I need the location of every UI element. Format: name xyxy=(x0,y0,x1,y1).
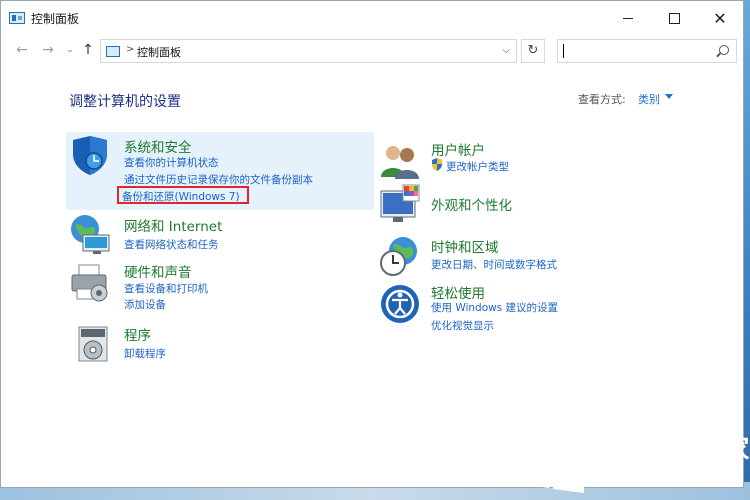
link-optimize-visual-display[interactable]: 优化视觉显示 xyxy=(431,318,494,333)
users-icon xyxy=(381,146,419,179)
navigation-bar: ← → ⌄ ↑ > 控制面板 ⌵ ↻ xyxy=(1,35,743,65)
category-title-ease-of-access[interactable]: 轻松使用 xyxy=(431,282,485,302)
control-panel-window: 控制面板 ✕ ← → ⌄ ↑ > 控制面板 ⌵ ↻ 调整计算机的设置 查看方式:… xyxy=(0,0,744,488)
watermark-brand: Win10 之家 xyxy=(596,435,750,465)
search-icon[interactable] xyxy=(719,45,729,55)
link-uninstall-program[interactable]: 卸载程序 xyxy=(124,346,166,361)
maximize-icon xyxy=(668,12,680,24)
link-change-account-type[interactable]: 更改帐户类型 xyxy=(446,159,509,174)
category-title-user-accounts[interactable]: 用户帐户 xyxy=(431,139,485,159)
window-title: 控制面板 xyxy=(31,12,80,26)
link-network-status[interactable]: 查看网络状态和任务 xyxy=(124,237,219,252)
uac-shield-icon xyxy=(432,158,442,171)
dropdown-caret-icon[interactable] xyxy=(665,94,673,99)
breadcrumb-control-panel[interactable]: 控制面板 xyxy=(137,44,181,60)
programs-icon xyxy=(78,326,108,362)
watermark-url: www.win10xitong.com xyxy=(598,469,734,483)
search-input[interactable] xyxy=(557,39,737,63)
category-title-system-security[interactable]: 系统和安全 xyxy=(124,136,192,156)
view-by-dropdown[interactable]: 类别 xyxy=(638,91,660,107)
annotation-highlight-box xyxy=(117,186,249,204)
refresh-icon: ↻ xyxy=(527,43,539,58)
address-bar[interactable]: > 控制面板 ⌵ xyxy=(100,39,517,63)
view-by-label: 查看方式: xyxy=(578,93,626,106)
category-title-hardware[interactable]: 硬件和声音 xyxy=(124,261,192,281)
chevron-down-icon[interactable]: ⌵ xyxy=(502,45,510,56)
category-title-appearance[interactable]: 外观和个性化 xyxy=(431,194,512,214)
category-title-clock-region[interactable]: 时钟和区域 xyxy=(431,236,499,256)
text-caret xyxy=(563,44,564,58)
category-title-programs[interactable]: 程序 xyxy=(124,324,151,344)
link-add-device[interactable]: 添加设备 xyxy=(124,297,166,312)
back-arrow-icon[interactable]: ← xyxy=(13,41,31,59)
breadcrumb-separator[interactable]: > xyxy=(126,44,134,55)
clock-globe-icon xyxy=(380,237,417,276)
maximize-button[interactable] xyxy=(651,1,697,35)
close-button[interactable]: ✕ xyxy=(697,1,743,35)
close-icon: ✕ xyxy=(713,8,727,28)
link-file-history[interactable]: 通过文件历史记录保存你的文件备份副本 xyxy=(124,172,313,187)
forward-arrow-icon[interactable]: → xyxy=(39,41,57,59)
minimize-icon xyxy=(623,17,633,19)
link-change-date-time[interactable]: 更改日期、时间或数字格式 xyxy=(431,257,557,272)
title-bar[interactable]: 控制面板 ✕ xyxy=(1,1,743,35)
page-title: 调整计算机的设置 xyxy=(69,94,181,110)
recent-locations-chevron-icon[interactable]: ⌄ xyxy=(61,41,79,59)
site-watermark: Win10 之家 www.win10xitong.com xyxy=(514,425,750,500)
category-title-network[interactable]: 网络和 Internet xyxy=(124,215,222,235)
minimize-button[interactable] xyxy=(605,1,651,35)
printer-icon xyxy=(71,264,108,302)
refresh-button[interactable]: ↻ xyxy=(521,39,545,63)
security-shield-icon xyxy=(73,136,107,175)
ease-of-access-icon xyxy=(381,285,419,323)
windows-logo-icon xyxy=(522,427,584,493)
control-panel-icon xyxy=(106,46,120,57)
up-arrow-icon[interactable]: ↑ xyxy=(79,41,97,59)
appearance-monitor-icon xyxy=(380,184,420,222)
control-panel-icon xyxy=(9,12,25,24)
link-devices-printers[interactable]: 查看设备和打印机 xyxy=(124,281,208,296)
link-view-computer-status[interactable]: 查看你的计算机状态 xyxy=(124,155,219,170)
link-use-recommended-settings[interactable]: 使用 Windows 建议的设置 xyxy=(431,300,558,315)
network-globe-icon xyxy=(71,215,110,254)
